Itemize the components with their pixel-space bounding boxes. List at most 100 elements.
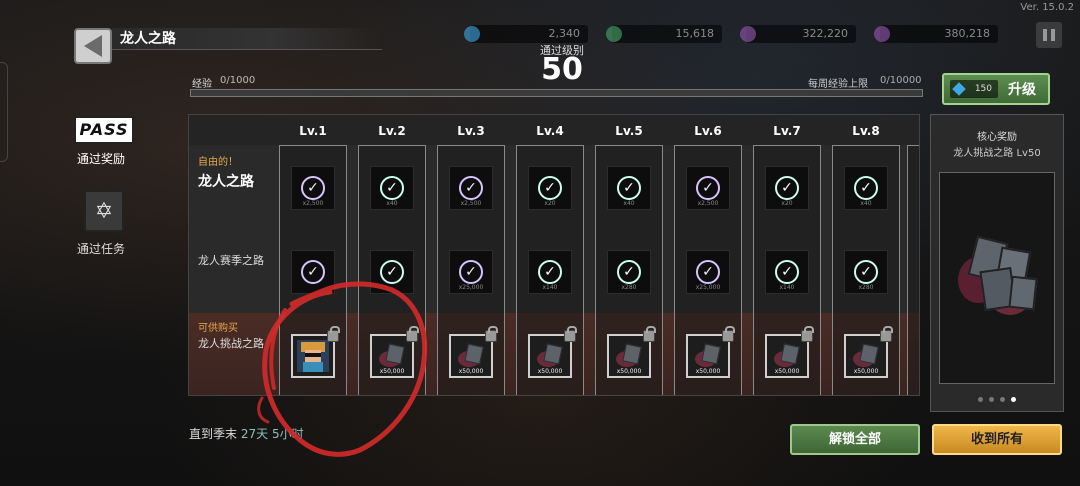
- premium-track-tag: 可供购买: [198, 323, 238, 334]
- reward-quantity: x40: [623, 200, 635, 207]
- upgrade-button[interactable]: 150 升级: [942, 73, 1050, 105]
- reward-track-panel[interactable]: 自由的！ 龙人之路 龙人赛季之路 可供购买 龙人挑战之路 Lv.1 ✓ x2,500…: [188, 114, 920, 396]
- reward-quantity: x140: [779, 284, 795, 291]
- unlock-all-button[interactable]: 解锁全部: [790, 424, 920, 455]
- carousel-dot[interactable]: [1000, 397, 1005, 402]
- premium-reward-cell[interactable]: x50,000: [686, 326, 735, 378]
- reward-quantity: x280: [858, 284, 874, 291]
- crystal-shard-bundle-icon: [952, 233, 1042, 323]
- upgrade-cost-value: 150: [974, 84, 992, 94]
- season-reward-cell[interactable]: ✓ x140: [528, 250, 572, 294]
- claimed-check-icon: ✓: [380, 176, 404, 200]
- star-icon: [874, 26, 890, 42]
- free-reward-cell[interactable]: ✓ x2,500: [686, 166, 730, 210]
- premium-reward-cell[interactable]: x50,000: [765, 326, 814, 378]
- lock-icon: [643, 326, 656, 342]
- reward-quantity: x20: [781, 200, 793, 207]
- claimed-check-icon: ✓: [301, 176, 325, 200]
- season-reward-cell[interactable]: ✓ x140: [765, 250, 809, 294]
- back-arrow-icon: [84, 35, 102, 57]
- level-header: Lv.5: [615, 124, 643, 138]
- level-column: ✓ x40 ✓ x280 x50,000: [832, 145, 900, 395]
- exp-label: 经验: [192, 79, 212, 90]
- level-column: ✓ x20 ✓ x140 x50,000: [753, 145, 821, 395]
- reward-quantity: x50,000: [616, 368, 642, 375]
- version-label: Ver. 15.0.2: [1020, 2, 1074, 13]
- carousel-dot[interactable]: [1011, 397, 1016, 402]
- claimed-check-icon: ✓: [775, 176, 799, 200]
- lock-icon: [485, 326, 498, 342]
- currency-star-value: 322,220: [802, 27, 849, 40]
- claimed-check-icon: ✓: [459, 176, 483, 200]
- free-reward-cell[interactable]: ✓ x20: [765, 166, 809, 210]
- back-button[interactable]: [74, 28, 112, 64]
- premium-reward-cell[interactable]: x50,000: [449, 326, 498, 378]
- crystal-shard-icon: [616, 343, 642, 369]
- level-header: Lv.8: [852, 124, 880, 138]
- level-column: ✓ x40 ✓ x280 x50,000: [595, 145, 663, 395]
- free-reward-cell[interactable]: ✓ x40: [370, 166, 414, 210]
- premium-reward-cell[interactable]: x50,000: [528, 326, 577, 378]
- premium-reward-cell[interactable]: [291, 326, 340, 378]
- reward-quantity: x2,500: [697, 200, 719, 207]
- carousel-dot[interactable]: [989, 397, 994, 402]
- pass-rewards-tab-label[interactable]: 通过奖励: [77, 150, 125, 167]
- claimed-check-icon: ✓: [617, 176, 641, 200]
- free-reward-cell[interactable]: ✓ x40: [607, 166, 651, 210]
- core-reward-preview[interactable]: [939, 172, 1055, 384]
- pause-button[interactable]: [1036, 22, 1062, 48]
- level-column: ✓ x2,500 ✓: [279, 145, 347, 395]
- crystal-shard-icon: [458, 343, 484, 369]
- weekly-exp-cap-value: 0/10000: [880, 75, 922, 86]
- claimed-check-icon: ✓: [775, 260, 799, 284]
- lock-icon: [327, 326, 340, 342]
- currency-star: 322,220: [740, 25, 856, 43]
- reward-quantity: x40: [860, 200, 872, 207]
- season-reward-cell[interactable]: ✓ x25,000: [449, 250, 493, 294]
- free-track-name: 龙人之路: [198, 174, 254, 190]
- crystal-shard-icon: [853, 343, 879, 369]
- free-reward-cell[interactable]: ✓ x40: [844, 166, 888, 210]
- claimed-check-icon: ✓: [380, 260, 404, 284]
- claimed-check-icon: ✓: [617, 260, 641, 284]
- reward-quantity: x140: [542, 284, 558, 291]
- premium-reward-cell[interactable]: x50,000: [370, 326, 419, 378]
- collect-all-button[interactable]: 收到所有: [932, 424, 1062, 455]
- lock-icon: [564, 326, 577, 342]
- premium-track-name: 龙人挑战之路: [198, 337, 264, 350]
- currency-gem-value: 2,340: [548, 27, 581, 40]
- level-column-partial: [907, 145, 919, 395]
- season-reward-cell[interactable]: ✓ x280: [607, 250, 651, 294]
- level-column: ✓ x2,500 ✓ x25,000 x50,000: [674, 145, 742, 395]
- premium-reward-cell[interactable]: x50,000: [844, 326, 893, 378]
- premium-reward-cell[interactable]: x50,000: [607, 326, 656, 378]
- level-header: Lv.1: [299, 124, 327, 138]
- lock-icon: [880, 326, 893, 342]
- crystal-shard-icon: [379, 343, 405, 369]
- reward-quantity: x50,000: [458, 368, 484, 375]
- pass-missions-tab-icon[interactable]: ✡: [84, 190, 124, 232]
- crystal-shard-icon: [774, 343, 800, 369]
- claimed-check-icon: ✓: [538, 260, 562, 284]
- season-reward-cell[interactable]: ✓ x25,000: [686, 250, 730, 294]
- claimed-check-icon: ✓: [538, 176, 562, 200]
- level-column: ✓ x2,500 ✓ x25,000 x50,000: [437, 145, 505, 395]
- exp-progress-bar: [190, 89, 923, 97]
- pass-rewards-tab-icon[interactable]: PASS: [74, 116, 134, 144]
- season-reward-cell[interactable]: ✓ x280: [844, 250, 888, 294]
- core-reward-panel: 核心奖励 龙人挑战之路 Lv50: [930, 114, 1064, 412]
- carousel-dot[interactable]: [978, 397, 983, 402]
- free-reward-cell[interactable]: ✓ x2,500: [449, 166, 493, 210]
- free-reward-cell[interactable]: ✓ x20: [528, 166, 572, 210]
- pass-missions-tab-label[interactable]: 通过任务: [77, 240, 125, 257]
- side-drawer-handle[interactable]: [0, 62, 8, 162]
- claimed-check-icon: ✓: [854, 176, 878, 200]
- currency-star-2-value: 380,218: [944, 27, 991, 40]
- currency-gem: 2,340: [464, 25, 588, 43]
- carousel-dots[interactable]: [931, 397, 1063, 402]
- free-reward-cell[interactable]: ✓ x2,500: [291, 166, 335, 210]
- season-reward-cell[interactable]: ✓: [370, 250, 414, 294]
- free-track-tag: 自由的！: [198, 157, 238, 168]
- season-reward-cell[interactable]: ✓: [291, 250, 335, 294]
- claimed-check-icon: ✓: [854, 260, 878, 284]
